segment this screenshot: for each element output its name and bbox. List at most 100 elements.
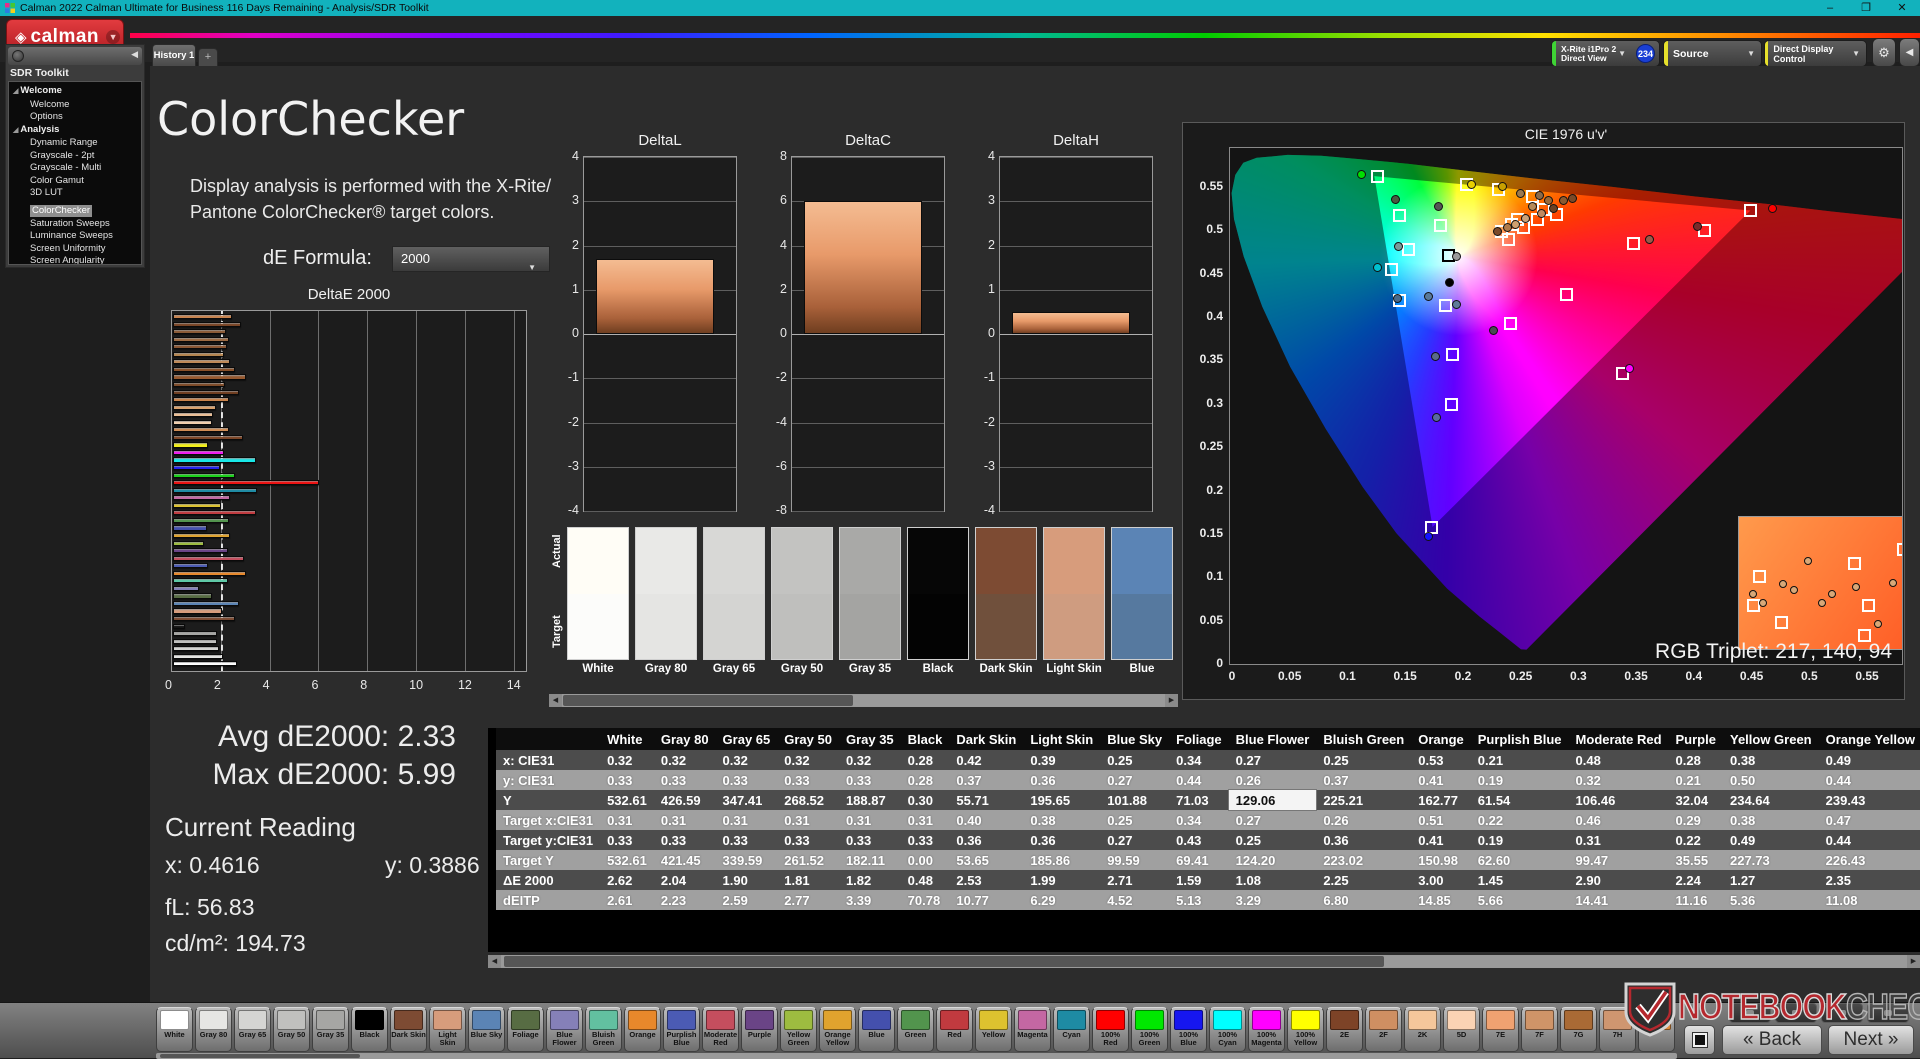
patch-button-foliage[interactable]: Foliage [507, 1007, 544, 1052]
tree-group-welcome[interactable]: ◢ Welcome [13, 85, 141, 99]
cell[interactable]: 1.45 [1470, 870, 1569, 890]
cell[interactable]: 0.28 [1668, 750, 1723, 770]
patch-button-yellow-green[interactable]: Yellow Green [780, 1007, 817, 1052]
cell[interactable]: 3.39 [838, 890, 901, 910]
cell[interactable]: 0.26 [1316, 810, 1412, 830]
cell[interactable]: 195.65 [1023, 790, 1101, 810]
cell[interactable]: 0.33 [838, 830, 901, 850]
sidebar-item-screen-angularity[interactable]: Screen Angularity [13, 255, 141, 264]
patch-button-bluish-green[interactable]: Bluish Green [585, 1007, 622, 1052]
next-button[interactable]: Next » [1828, 1025, 1914, 1055]
cell[interactable]: 0.31 [653, 810, 716, 830]
cell[interactable]: 0.21 [1668, 770, 1723, 790]
cell[interactable]: 1.82 [838, 870, 901, 890]
mini-button-3[interactable] [1821, 1003, 1863, 1023]
maximize-button[interactable]: ❐ [1852, 0, 1880, 16]
strip-swatch-light-skin[interactable]: Light Skin [1043, 527, 1105, 675]
cell[interactable]: 2.62 [600, 870, 654, 890]
patch-button-7e[interactable]: 7E [1482, 1007, 1519, 1052]
cell[interactable]: 421.45 [653, 850, 716, 870]
scroll-right-icon[interactable]: ▶ [1165, 694, 1178, 707]
patch-button-blue-flower[interactable]: Blue Flower [546, 1007, 583, 1052]
strip-scrollbar[interactable]: ◀ ▶ [549, 694, 1178, 707]
cell[interactable]: 226.43 [1818, 850, 1920, 870]
patch-button-100-green[interactable]: 100% Green [1131, 1007, 1168, 1052]
patch-button-orange-yellow[interactable]: Orange Yellow [819, 1007, 856, 1052]
patch-button-light-skin[interactable]: Light Skin [429, 1007, 466, 1052]
patch-button-blue-sky[interactable]: Blue Sky [468, 1007, 505, 1052]
patch-button-white[interactable]: White [156, 1007, 193, 1052]
scroll-left-icon[interactable]: ◀ [549, 694, 562, 707]
patch-button-cyan[interactable]: Cyan [1053, 1007, 1090, 1052]
cell[interactable]: 2.61 [600, 890, 654, 910]
cell[interactable]: 347.41 [715, 790, 778, 810]
cell[interactable]: 0.37 [949, 770, 1024, 790]
strip-swatch-gray-50[interactable]: Gray 50 [771, 527, 833, 675]
cell[interactable]: 0.33 [653, 770, 716, 790]
cell[interactable]: 0.46 [1568, 810, 1669, 830]
cell[interactable]: 2.53 [949, 870, 1024, 890]
cell[interactable]: 11.16 [1668, 890, 1723, 910]
cell[interactable]: 62.60 [1470, 850, 1569, 870]
cell[interactable]: 223.02 [1316, 850, 1412, 870]
scroll-right-icon[interactable]: ▶ [1907, 955, 1920, 968]
cell[interactable]: 2.71 [1100, 870, 1170, 890]
cell[interactable]: 71.03 [1169, 790, 1229, 810]
cell[interactable]: 182.11 [838, 850, 901, 870]
strip-swatch-black[interactable]: Black [907, 527, 969, 675]
patch-button-gray-50[interactable]: Gray 50 [273, 1007, 310, 1052]
cell[interactable]: 0.33 [715, 770, 778, 790]
patch-button-yellow[interactable]: Yellow [975, 1007, 1012, 1052]
sidebar-item-luminance-sweeps[interactable]: Luminance Sweeps [13, 230, 141, 243]
sidebar-item-welcome[interactable]: Welcome [13, 99, 141, 112]
sidebar-item-screen-uniformity[interactable]: Screen Uniformity [13, 243, 141, 256]
strip-swatch-blue[interactable]: Blue [1111, 527, 1173, 675]
cell[interactable]: 0.50 [1722, 770, 1819, 790]
cell[interactable]: 2.25 [1316, 870, 1412, 890]
patch-button-2e[interactable]: 2E [1326, 1007, 1363, 1052]
cell[interactable]: 225.21 [1316, 790, 1412, 810]
patch-button-dark-skin[interactable]: Dark Skin [390, 1007, 427, 1052]
cell[interactable]: 0.51 [1411, 810, 1471, 830]
cell[interactable]: 227.73 [1722, 850, 1819, 870]
cell[interactable]: 0.28 [900, 750, 950, 770]
cell[interactable]: 0.25 [1316, 750, 1412, 770]
cell[interactable]: 0.41 [1411, 770, 1471, 790]
cell[interactable]: 10.77 [949, 890, 1024, 910]
cell[interactable]: 0.33 [777, 770, 839, 790]
cell[interactable]: 55.71 [949, 790, 1024, 810]
patch-button-100-magenta[interactable]: 100% Magenta [1248, 1007, 1285, 1052]
patch-button-magenta[interactable]: Magenta [1014, 1007, 1051, 1052]
cell[interactable]: 0.37 [1316, 770, 1412, 790]
cell[interactable]: 0.33 [600, 770, 654, 790]
cell[interactable]: 0.32 [838, 750, 901, 770]
strip-swatch-white[interactable]: White [567, 527, 629, 675]
patch-button-7g[interactable]: 7G [1560, 1007, 1597, 1052]
cell[interactable]: 61.54 [1470, 790, 1569, 810]
cell[interactable]: 0.31 [900, 810, 950, 830]
cell[interactable]: 0.34 [1169, 750, 1229, 770]
cell[interactable]: 3.00 [1411, 870, 1471, 890]
tree-group-analysis[interactable]: ◢ Analysis [13, 124, 141, 138]
cell[interactable]: 0.33 [777, 830, 839, 850]
cell[interactable]: 2.90 [1568, 870, 1669, 890]
stop-button[interactable] [1684, 1025, 1715, 1055]
patch-button-gray-65[interactable]: Gray 65 [234, 1007, 271, 1052]
strip-scroll-thumb[interactable] [563, 695, 853, 706]
cell[interactable]: 0.44 [1169, 770, 1229, 790]
patch-button-blue[interactable]: Blue [858, 1007, 895, 1052]
patch-button-38[interactable] [1638, 1007, 1675, 1052]
close-button[interactable]: ✕ [1888, 0, 1916, 16]
cell[interactable]: 0.36 [1023, 830, 1101, 850]
cell[interactable]: 101.88 [1100, 790, 1170, 810]
cell[interactable]: 0.00 [900, 850, 950, 870]
cell[interactable]: 3.29 [1228, 890, 1317, 910]
panel-collapse-button[interactable]: ◀ [1899, 38, 1920, 67]
patch-button-red[interactable]: Red [936, 1007, 973, 1052]
sidebar-item-grayscale-2pt[interactable]: Grayscale - 2pt [13, 150, 141, 163]
cell[interactable]: 261.52 [777, 850, 839, 870]
sidebar-item-saturation-sweeps[interactable]: Saturation Sweeps [13, 218, 141, 231]
cell[interactable]: 14.85 [1411, 890, 1471, 910]
cell[interactable]: 124.20 [1228, 850, 1317, 870]
patch-scroll-thumb[interactable] [160, 1054, 360, 1058]
